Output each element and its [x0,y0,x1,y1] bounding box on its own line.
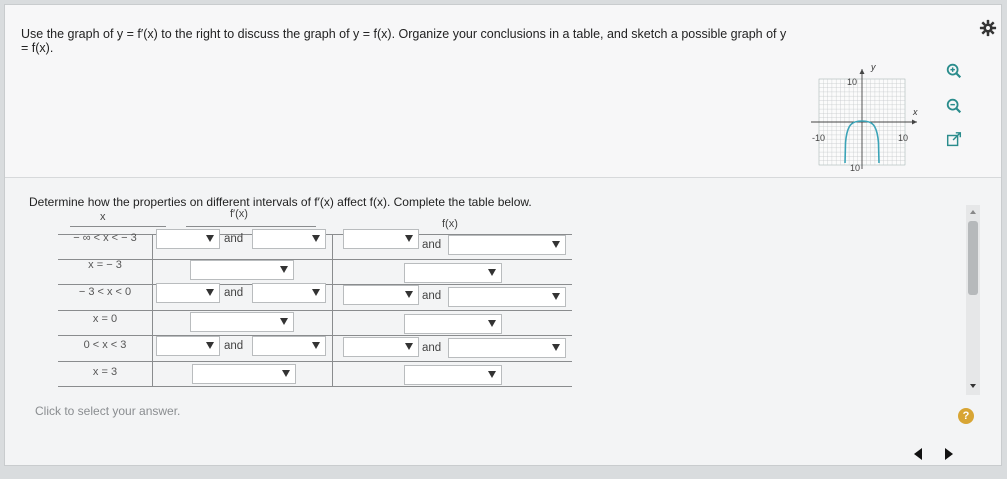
chevron-down-icon [312,289,320,296]
chevron-down-icon [280,266,288,273]
and-label: and [224,233,244,245]
fprime-behavior-dropdown[interactable] [252,283,326,303]
header-x: x [100,211,106,223]
graph-y-label: y [870,62,876,72]
and-label: and [224,287,244,299]
chevron-down-icon [206,235,214,242]
and-label: and [422,342,442,354]
help-button[interactable]: ? [958,408,974,424]
graph-y-top-tick: 10 [847,77,857,87]
graph-y-bottom-tick: 10 [850,163,860,173]
chevron-down-icon [405,343,413,350]
fprime-value-dropdown[interactable] [190,260,294,280]
chevron-down-icon [206,289,214,296]
row-rule-6 [58,386,572,387]
header-fprime: f′(x) [230,208,248,220]
scroll-up-arrow[interactable] [970,210,976,214]
chevron-down-icon [282,370,290,377]
row-rule-5 [58,361,572,362]
f-value-dropdown[interactable] [404,263,502,283]
and-label: and [422,290,442,302]
f-sign-dropdown[interactable] [343,229,419,249]
fprime-value-dropdown[interactable] [192,364,296,384]
header-f: f(x) [442,218,458,230]
chevron-down-icon [280,318,288,325]
f-behavior-dropdown[interactable] [448,287,566,307]
question-text: Use the graph of y = f′(x) to the right … [21,27,787,55]
f-behavior-dropdown[interactable] [448,235,566,255]
f-sign-dropdown[interactable] [343,285,419,305]
fprime-sign-dropdown[interactable] [156,229,220,249]
fprime-behavior-dropdown[interactable] [252,229,326,249]
previous-arrow-icon[interactable] [914,448,922,460]
chevron-down-icon [488,320,496,327]
gear-icon[interactable] [979,19,997,37]
f-sign-dropdown[interactable] [343,337,419,357]
chevron-down-icon [552,241,560,248]
chevron-down-icon [312,342,320,349]
and-label: and [224,340,244,352]
click-to-select-hint: Click to select your answer. [35,404,181,418]
chevron-down-icon [206,342,214,349]
instructions-text: Determine how the properties on differen… [29,195,532,209]
col-divider-2 [332,234,333,387]
question-panel: Use the graph of y = f′(x) to the right … [4,4,1002,466]
fprime-behavior-dropdown[interactable] [252,336,326,356]
chevron-down-icon [488,269,496,276]
next-arrow-icon[interactable] [945,448,953,460]
fprime-sign-dropdown[interactable] [156,283,220,303]
graph-x-label: x [912,107,918,117]
header-underline-x [70,226,166,227]
row-label: 0 < x < 3 [83,339,127,351]
f-value-dropdown[interactable] [404,365,502,385]
fprime-sign-dropdown[interactable] [156,336,220,356]
row-rule-3 [58,310,572,311]
row-label: − 3 < x < 0 [78,286,132,298]
zoom-in-icon[interactable] [945,62,963,80]
row-label: x = − 3 [88,259,122,271]
chevron-down-icon [488,371,496,378]
fprime-value-dropdown[interactable] [190,312,294,332]
popout-icon[interactable] [945,131,963,149]
chevron-down-icon [405,235,413,242]
row-label: x = 3 [92,366,118,378]
scroll-down-arrow[interactable] [970,384,976,388]
f-behavior-dropdown[interactable] [448,338,566,358]
chevron-down-icon [312,235,320,242]
derivative-graph[interactable]: y x 10 10 -10 10 [805,57,935,175]
zoom-out-icon[interactable] [945,97,963,115]
properties-table: x f′(x) f(x) − ∞ < x < − 3 and and x = −… [58,208,572,387]
row-label: x = 0 [92,313,118,325]
graph-x-right-tick: 10 [898,133,908,143]
and-label: and [422,239,442,251]
chevron-down-icon [552,344,560,351]
col-divider-1 [152,234,153,387]
header-underline-fprime [186,226,316,227]
row-label: − ∞ < x < − 3 [73,232,137,244]
chevron-down-icon [552,293,560,300]
f-value-dropdown[interactable] [404,314,502,334]
chevron-down-icon [405,291,413,298]
scrollbar-thumb[interactable] [968,221,978,295]
graph-x-left-tick: -10 [812,133,825,143]
